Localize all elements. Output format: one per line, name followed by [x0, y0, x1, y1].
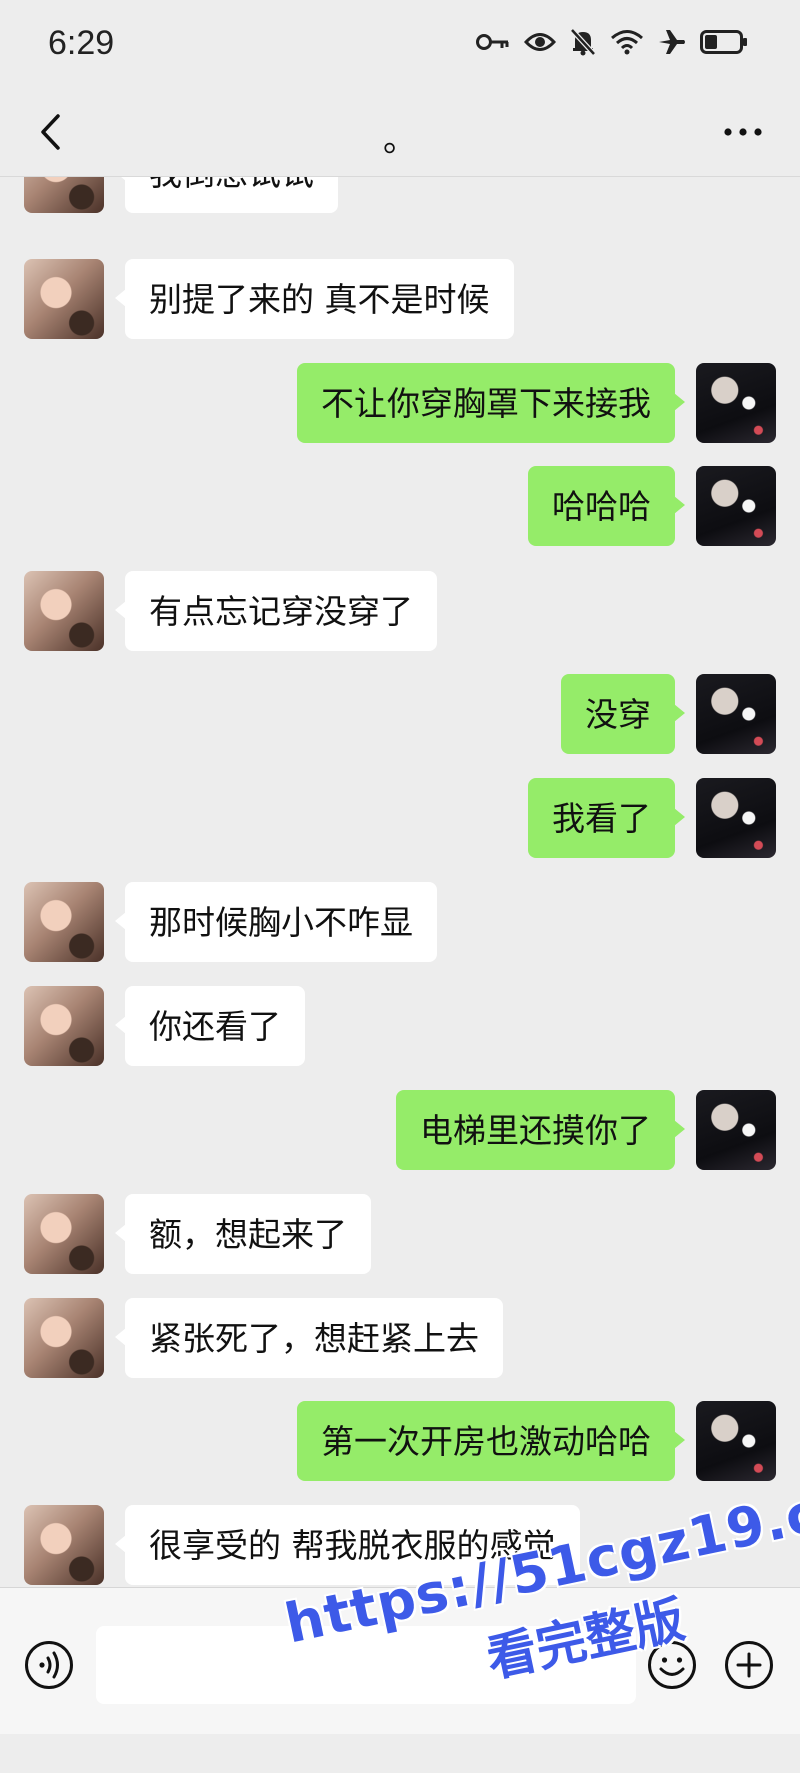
contact-avatar[interactable] [24, 986, 104, 1066]
status-icons [476, 28, 748, 56]
airplane-icon [658, 29, 686, 55]
message-bubble[interactable]: 第一次开房也激动哈哈 [297, 1401, 685, 1481]
contact-avatar[interactable] [24, 259, 104, 339]
message-row: 很享受的 帮我脱衣服的感觉 [0, 1505, 800, 1586]
contact-avatar[interactable] [24, 1194, 104, 1274]
my-avatar[interactable] [696, 363, 776, 443]
message-row: 你还看了 [0, 986, 800, 1070]
chat-header: 。 [0, 90, 800, 177]
message-row: 哈哈哈 [0, 466, 800, 550]
message-list[interactable]: 我倒想试试 别提了来的 真不是时候 不让你穿胸罩下来接我 哈哈哈 有点忘记穿没穿… [0, 177, 800, 1586]
contact-avatar[interactable] [24, 1298, 104, 1378]
contact-avatar[interactable] [24, 1505, 104, 1585]
contact-avatar[interactable] [24, 177, 104, 213]
message-bubble[interactable]: 你还看了 [115, 986, 305, 1066]
message-row: 我倒想试试 [0, 177, 800, 217]
more-button[interactable] [720, 112, 766, 152]
message-bubble[interactable]: 很享受的 帮我脱衣服的感觉 [115, 1505, 580, 1585]
message-row: 额，想起来了 [0, 1194, 800, 1278]
key-icon [476, 31, 510, 53]
message-bubble[interactable]: 额，想起来了 [115, 1194, 371, 1274]
message-bubble[interactable]: 我倒想试试 [115, 177, 338, 213]
message-row: 不让你穿胸罩下来接我 [0, 363, 800, 447]
message-row: 别提了来的 真不是时候 [0, 259, 800, 343]
message-bubble[interactable]: 那时候胸小不咋显 [115, 882, 437, 962]
message-bubble[interactable]: 别提了来的 真不是时候 [115, 259, 514, 339]
input-bar [0, 1587, 800, 1734]
chat-title: 。 [383, 120, 417, 160]
my-avatar[interactable] [696, 1090, 776, 1170]
message-bubble[interactable]: 有点忘记穿没穿了 [115, 571, 437, 651]
emoji-icon [648, 1641, 696, 1689]
contact-avatar[interactable] [24, 571, 104, 651]
my-avatar[interactable] [696, 778, 776, 858]
message-bubble[interactable]: 没穿 [561, 674, 685, 754]
more-functions-button[interactable] [724, 1640, 774, 1690]
eye-icon [524, 31, 556, 53]
contact-avatar[interactable] [24, 882, 104, 962]
message-row: 那时候胸小不咋显 [0, 882, 800, 966]
battery-icon [700, 30, 748, 54]
message-row: 第一次开房也激动哈哈 [0, 1401, 800, 1485]
message-bubble[interactable]: 哈哈哈 [528, 466, 685, 546]
message-row: 电梯里还摸你了 [0, 1090, 800, 1174]
wifi-icon [610, 29, 644, 55]
more-dots-icon [724, 128, 762, 136]
status-bar: 6:29 [0, 0, 800, 90]
message-row: 紧张死了，想赶紧上去 [0, 1298, 800, 1382]
message-row: 没穿 [0, 674, 800, 758]
voice-icon [25, 1641, 73, 1689]
my-avatar[interactable] [696, 674, 776, 754]
plus-icon [725, 1641, 773, 1689]
message-bubble[interactable]: 电梯里还摸你了 [396, 1090, 685, 1170]
message-bubble[interactable]: 不让你穿胸罩下来接我 [297, 363, 685, 443]
my-avatar[interactable] [696, 466, 776, 546]
voice-button[interactable] [24, 1640, 74, 1690]
mute-bell-icon [570, 28, 596, 56]
my-avatar[interactable] [696, 1401, 776, 1481]
message-bubble[interactable]: 我看了 [528, 778, 685, 858]
message-bubble[interactable]: 紧张死了，想赶紧上去 [115, 1298, 503, 1378]
emoji-button[interactable] [647, 1640, 697, 1690]
status-time: 6:29 [48, 24, 115, 62]
message-input[interactable] [96, 1626, 636, 1704]
message-row: 我看了 [0, 778, 800, 862]
message-row: 有点忘记穿没穿了 [0, 571, 800, 655]
